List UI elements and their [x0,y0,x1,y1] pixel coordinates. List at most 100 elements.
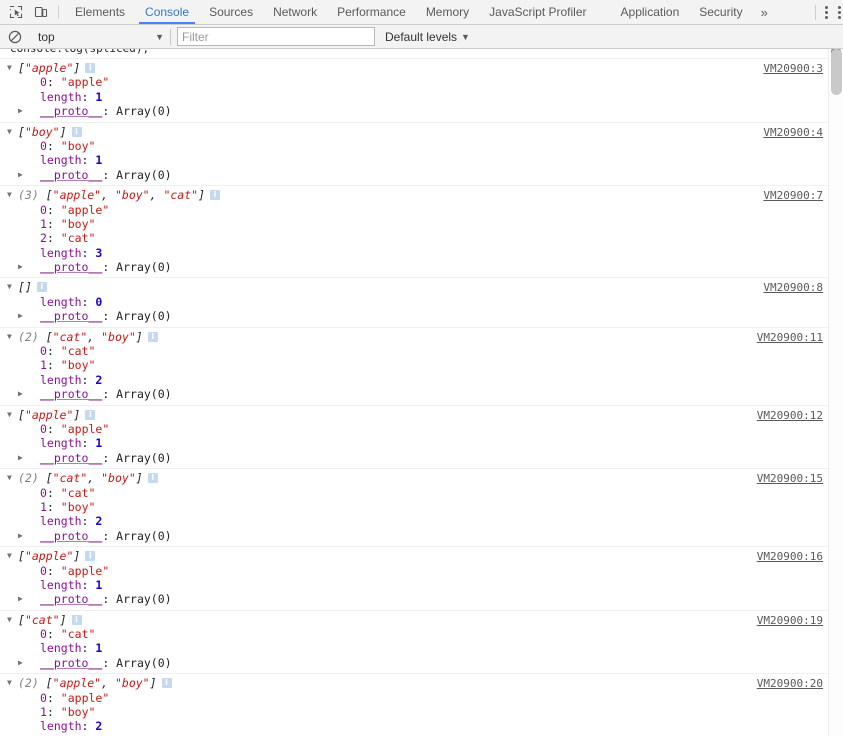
console-message-preview[interactable]: ▼ ["apple"] [0,549,828,563]
expand-triangle-icon[interactable]: ▼ [7,188,12,202]
info-badge-icon[interactable] [161,677,172,689]
info-badge-icon[interactable] [147,472,158,484]
console-message[interactable]: ▼(2) ["cat", "boy"]0: "cat"1: "boy"lengt… [0,468,828,546]
console-message-preview[interactable]: ▼ (3) ["apple", "boy", "cat"] [0,188,828,202]
console-source-link[interactable]: VM20900:11 [757,331,823,344]
tab-security[interactable]: Security [689,0,752,24]
expand-triangle-icon[interactable]: ▼ [7,549,12,563]
console-scrollbar[interactable] [828,49,843,736]
tab-application[interactable]: Application [611,0,690,24]
info-badge-icon[interactable] [36,281,47,293]
proto-property-row[interactable]: ▶ __proto__: Array(0) [0,387,828,401]
console-message[interactable]: ▼["boy"]0: "boy"length: 1▶__proto__: Arr… [0,121,828,186]
console-source-link[interactable]: VM20900:3 [763,62,823,75]
log-levels-selector[interactable]: Default levels ▼ [385,30,470,44]
property-key: 2 [40,231,47,246]
collapse-triangle-icon[interactable]: ▶ [18,309,23,323]
collapse-triangle-icon[interactable]: ▶ [18,656,23,670]
console-filter-input[interactable] [177,27,375,46]
proto-property-row[interactable]: ▶ __proto__: Array(0) [0,451,828,465]
inspect-element-icon[interactable] [5,2,27,23]
proto-property-row[interactable]: ▶ __proto__: Array(0) [0,309,828,323]
device-toolbar-icon[interactable] [30,2,52,23]
tabbar-divider [58,5,59,19]
proto-property-row[interactable]: ▶ __proto__: Array(0) [0,168,828,182]
info-badge-icon[interactable] [85,62,96,73]
proto-property-row[interactable]: ▶ __proto__: Array(0) [0,104,828,118]
console-message[interactable]: ▼["apple"]0: "apple"length: 1▶__proto__:… [0,546,828,610]
collapse-triangle-icon[interactable]: ▶ [18,592,23,606]
execution-context-selector[interactable]: top ▼ [28,27,168,47]
clear-console-icon[interactable] [4,27,26,47]
expand-triangle-icon[interactable]: ▼ [7,471,12,485]
console-source-link[interactable]: VM20900:19 [757,614,823,627]
proto-property-row[interactable]: ▶ __proto__: Array(0) [0,260,828,274]
console-message[interactable]: ▼["cat"]0: "cat"length: 1▶__proto__: Arr… [0,609,828,674]
tab-overflow-chevron-icon[interactable]: » [753,0,776,24]
collapse-triangle-icon[interactable]: ▶ [18,260,23,274]
proto-property-row[interactable]: ▶ __proto__: Array(0) [0,734,828,736]
proto-property-row[interactable]: ▶ __proto__: Array(0) [0,592,828,606]
devtools-menu-kebab-icon-edge[interactable] [836,5,843,19]
console-message-preview[interactable]: ▼ ["boy"] [0,125,828,139]
tab-performance[interactable]: Performance [327,0,416,24]
info-badge-icon[interactable] [147,331,158,342]
console-message[interactable]: ▼(2) ["cat", "boy"]0: "cat"1: "boy"lengt… [0,326,828,405]
expand-triangle-icon[interactable]: ▼ [7,613,12,627]
proto-key: __proto__ [40,167,103,182]
expand-triangle-icon[interactable]: ▼ [7,125,12,139]
info-badge-icon[interactable] [85,409,96,420]
preview-separator: , [87,471,102,486]
info-badge-icon[interactable] [71,614,82,625]
collapse-triangle-icon[interactable]: ▶ [18,529,23,543]
length-colon: : [81,719,96,734]
info-badge-icon[interactable] [210,189,221,201]
proto-property-row[interactable]: ▶ __proto__: Array(0) [0,529,828,543]
console-message[interactable]: ▼["apple"]0: "apple"length: 1▶__proto__:… [0,404,828,469]
collapse-triangle-icon[interactable]: ▶ [18,734,23,737]
console-output-panel[interactable]: console.log(spliced); ▼["apple"]0: "appl… [0,49,843,736]
info-badge-icon[interactable] [71,126,82,137]
console-message-preview[interactable]: ▼ ["apple"] [0,408,828,422]
devtools-menu-kebab-icon[interactable] [823,5,836,19]
expand-triangle-icon[interactable]: ▼ [7,61,12,75]
collapse-triangle-icon[interactable]: ▶ [18,168,23,182]
property-colon: : [46,216,61,231]
tab-sources[interactable]: Sources [199,0,263,24]
info-badge-icon[interactable] [85,550,96,562]
console-source-link[interactable]: VM20900:7 [763,189,823,202]
console-message-preview[interactable]: ▼ (2) ["cat", "boy"] [0,471,828,485]
tab-network[interactable]: Network [263,0,327,24]
property-value: "apple" [60,563,110,578]
console-message-preview[interactable]: ▼ (2) ["apple", "boy"] [0,676,828,690]
console-source-link[interactable]: VM20900:16 [757,550,823,563]
console-source-link[interactable]: VM20900:15 [757,472,823,485]
expand-triangle-icon[interactable]: ▼ [7,408,12,422]
expand-triangle-icon[interactable]: ▼ [7,676,12,690]
console-source-link[interactable]: VM20900:8 [763,281,823,294]
console-message[interactable]: ▼(2) ["apple", "boy"]0: "apple"1: "boy"l… [0,673,828,736]
console-message-preview[interactable]: ▼ ["apple"] [0,61,828,75]
console-message-preview[interactable]: ▼ [] [0,280,828,294]
collapse-triangle-icon[interactable]: ▶ [18,104,23,118]
collapse-triangle-icon[interactable]: ▶ [18,387,23,401]
tab-javascript-profiler[interactable]: JavaScript Profiler [479,0,596,24]
console-message[interactable]: ▼["apple"]0: "apple"length: 1▶__proto__:… [0,58,828,122]
console-message-preview[interactable]: ▼ ["cat"] [0,613,828,627]
proto-property-row[interactable]: ▶ __proto__: Array(0) [0,656,828,670]
console-source-link[interactable]: VM20900:20 [757,677,823,690]
expand-triangle-icon[interactable]: ▼ [7,330,12,344]
expand-triangle-icon[interactable]: ▼ [7,280,12,294]
scrollbar-thumb[interactable] [831,49,842,95]
tab-memory[interactable]: Memory [416,0,479,24]
console-message-preview[interactable]: ▼ (2) ["cat", "boy"] [0,330,828,344]
console-message[interactable]: ▼[]length: 0▶__proto__: Array(0)VM20900:… [0,277,828,326]
tab-elements[interactable]: Elements [65,0,135,24]
length-colon: : [81,436,96,451]
console-message[interactable]: ▼(3) ["apple", "boy", "cat"]0: "apple"1:… [0,185,828,277]
console-source-link[interactable]: VM20900:12 [757,409,823,422]
preview-string-value: "apple" [24,61,74,75]
collapse-triangle-icon[interactable]: ▶ [18,451,23,465]
tab-console[interactable]: Console [135,0,199,24]
console-source-link[interactable]: VM20900:4 [763,126,823,139]
